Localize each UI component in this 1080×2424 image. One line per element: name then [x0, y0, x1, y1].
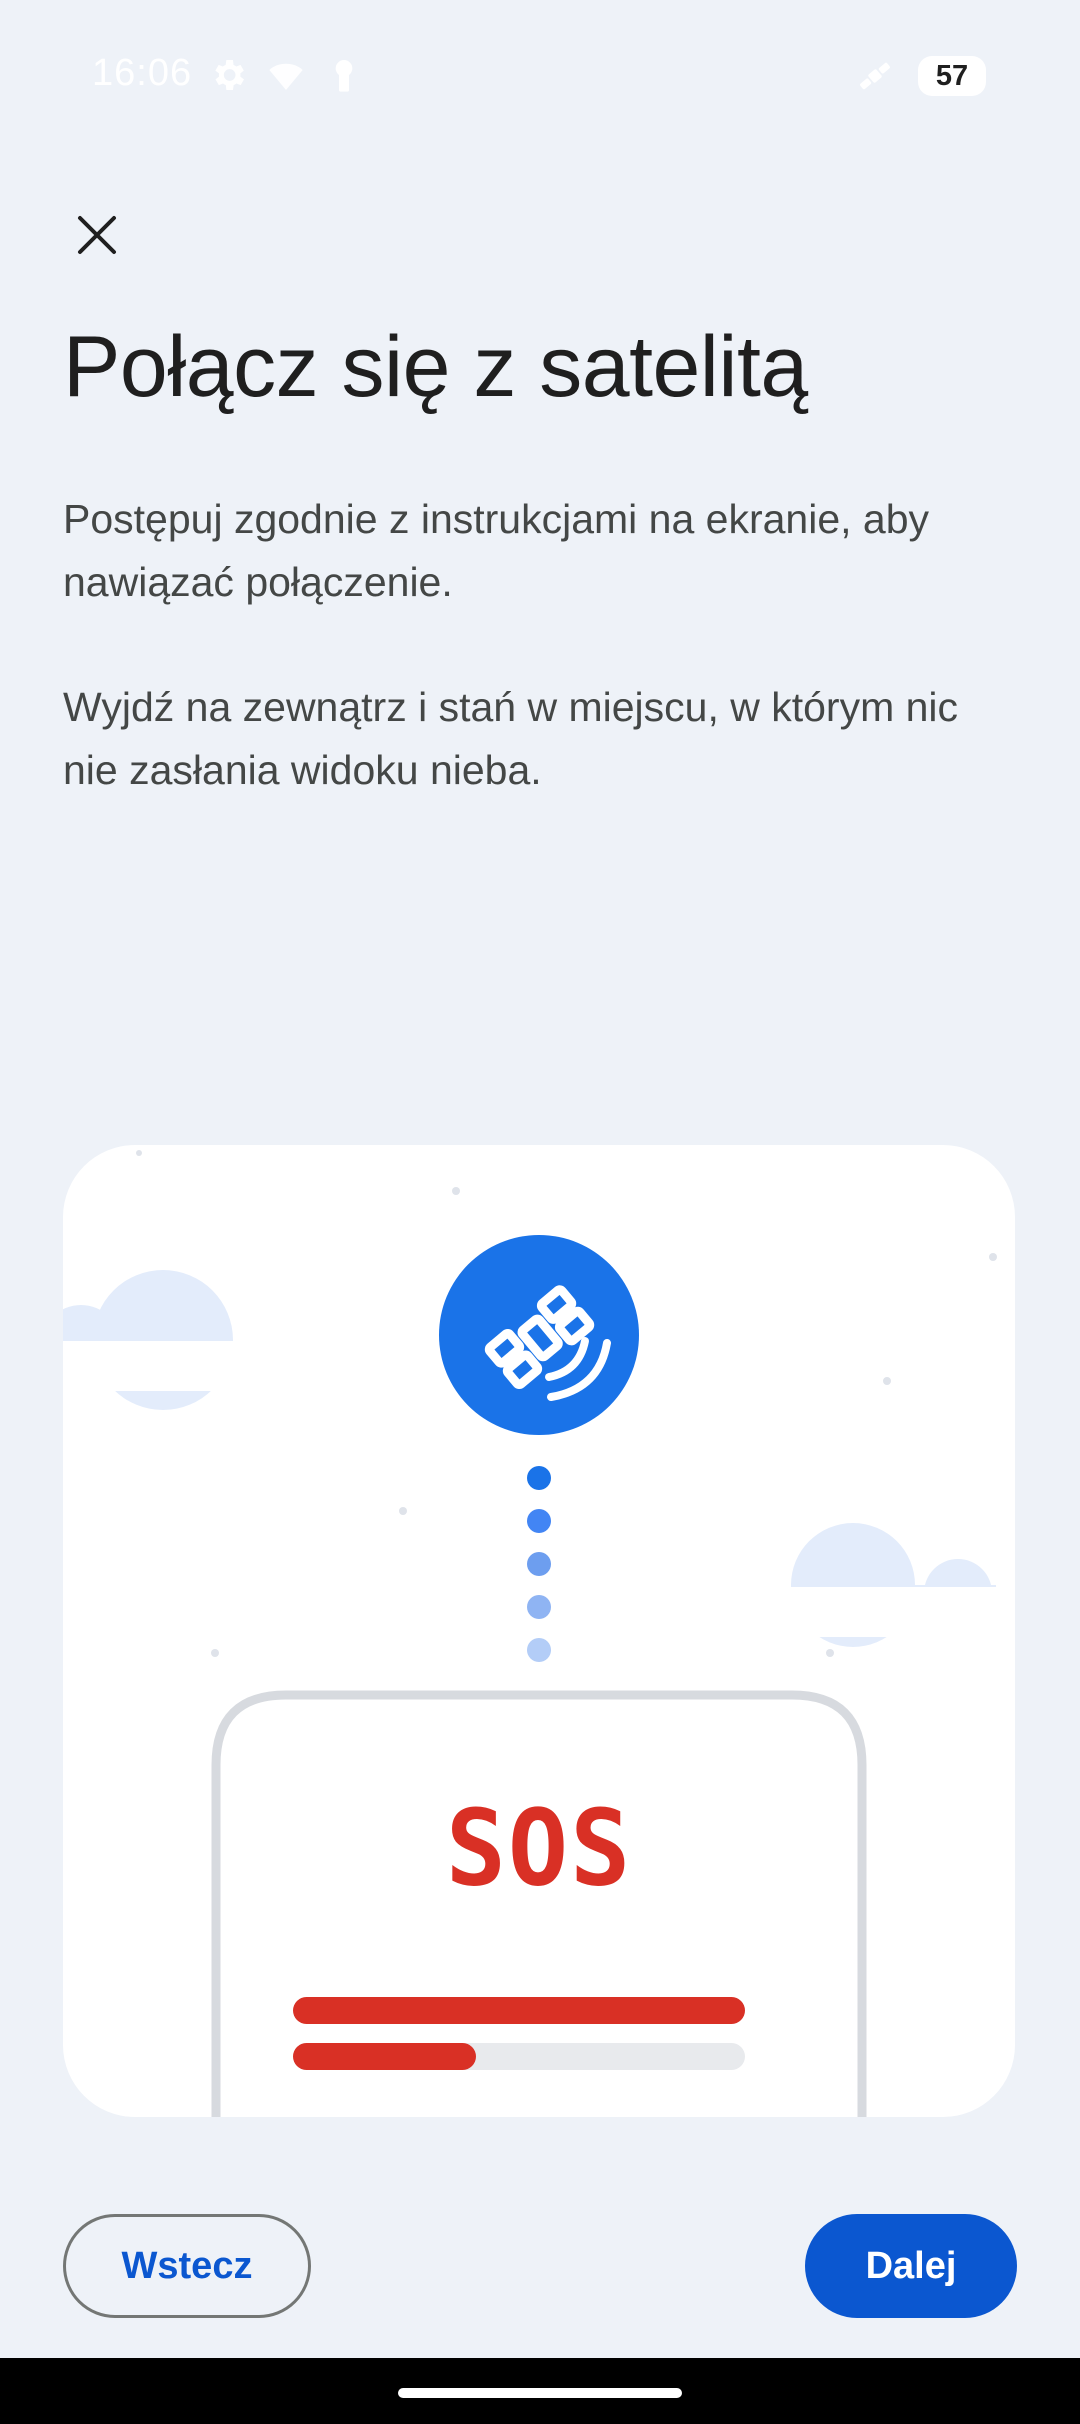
navigation-bar: [0, 2358, 1080, 2424]
satellite-illustration: SOS: [63, 1145, 1015, 2117]
close-icon: [78, 216, 116, 254]
close-button[interactable]: [62, 200, 132, 270]
instruction-text-2: Wyjdź na zewnątrz i stań w miejscu, w kt…: [63, 684, 959, 793]
wifi-icon: [269, 63, 303, 90]
status-bar: 16:06 57: [0, 0, 1080, 150]
satellite-icon: [860, 62, 890, 90]
battery-indicator: 57: [918, 56, 986, 96]
keyhole-icon: [335, 60, 353, 92]
next-button[interactable]: Dalej: [805, 2214, 1017, 2318]
sos-label: SOS: [445, 1787, 633, 1910]
illustration-graphic: [63, 1150, 1015, 2117]
back-button[interactable]: Wstecz: [63, 2214, 311, 2318]
home-gesture-handle[interactable]: [398, 2388, 682, 2398]
instruction-text-1: Postępuj zgodnie z instrukcjami na ekran…: [63, 496, 930, 605]
page-title: Połącz się z satelitą: [63, 319, 808, 415]
status-time: 16:06: [92, 52, 193, 94]
settings-gear-icon: [215, 60, 244, 90]
